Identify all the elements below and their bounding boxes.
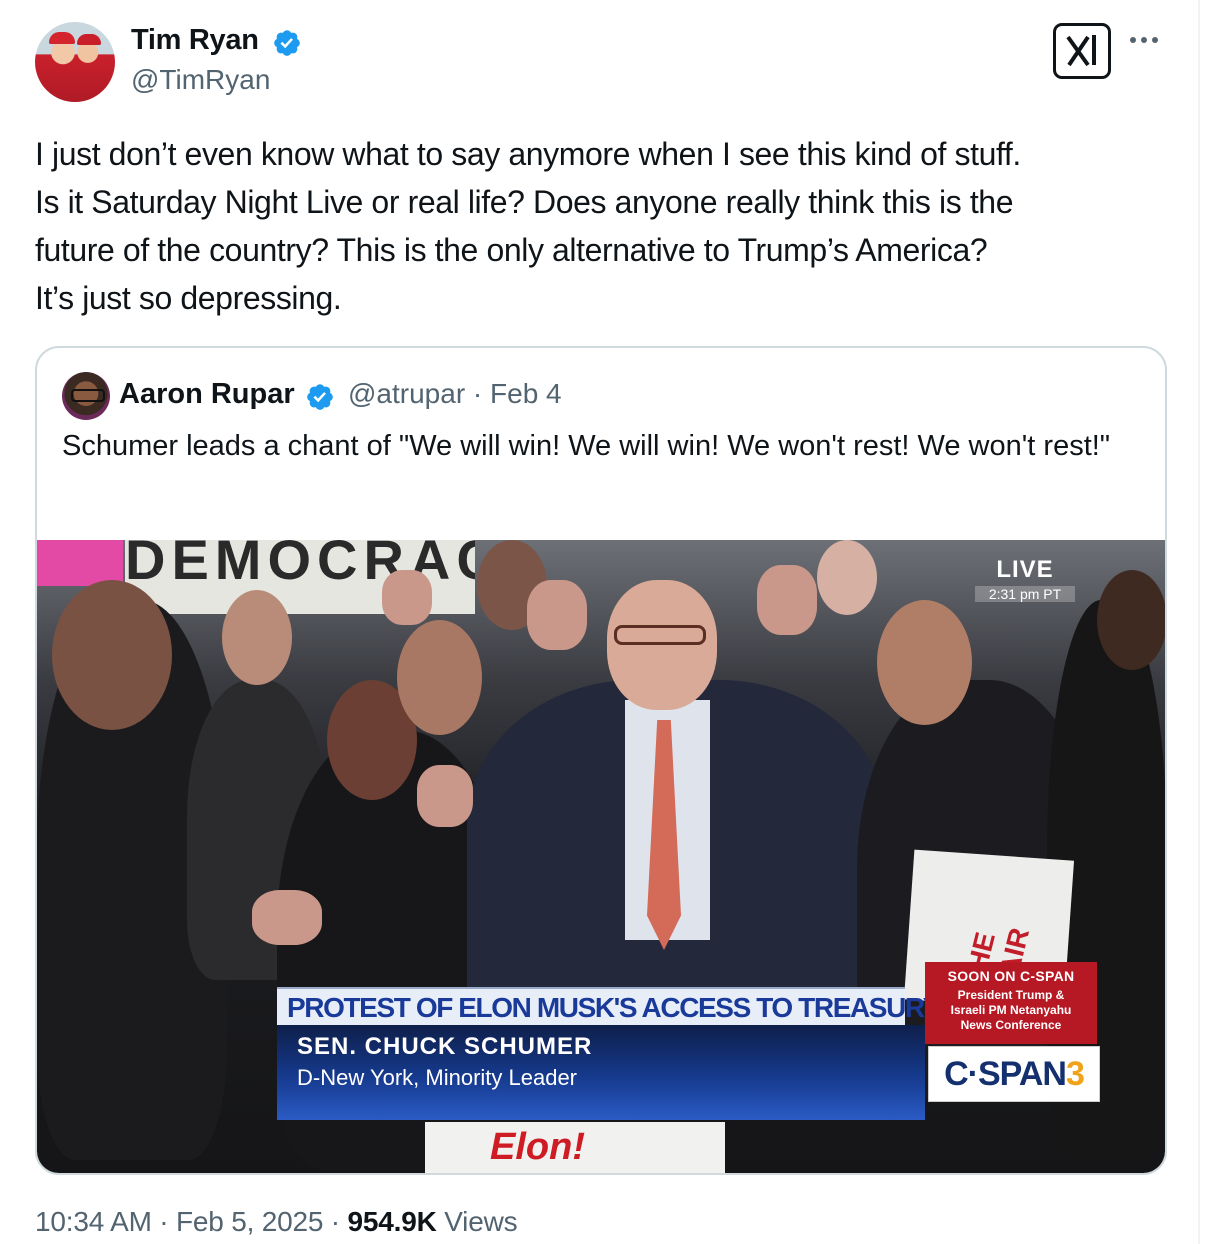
chyron-lower-third: SEN. CHUCK SCHUMER D-New York, Minority … <box>277 1025 925 1120</box>
cspan-logo: C·SPAN3 <box>928 1046 1100 1102</box>
chyron-name: SEN. CHUCK SCHUMER <box>297 1033 593 1060</box>
quoted-text: Schumer leads a chant of "We will win! W… <box>62 430 1111 462</box>
soon-on-cspan-box: SOON ON C-SPAN President Trump & Israeli… <box>925 962 1097 1044</box>
tweet-footer: 10:34 AM · Feb 5, 2025 · 954.9K Views <box>35 1206 518 1238</box>
timestamp[interactable]: 10:34 AM · Feb 5, 2025 · <box>35 1206 348 1237</box>
raised-fist <box>757 565 817 635</box>
tweet-text: I just don’t even know what to say anymo… <box>35 130 1175 322</box>
soon-body-line: Israeli PM Netanyahu <box>950 1003 1072 1017</box>
live-badge: LIVE 2:31 pm PT <box>975 556 1075 602</box>
elon-sign: Elon! <box>425 1122 725 1173</box>
views-label: Views <box>436 1206 518 1237</box>
grok-icon[interactable] <box>1053 23 1111 79</box>
verified-badge-icon <box>307 384 333 410</box>
quoted-tweet[interactable]: Aaron Rupar @atrupar · Feb 4 Schumer lea… <box>35 346 1167 1175</box>
more-icon[interactable] <box>1130 30 1164 50</box>
soon-body-line: News Conference <box>960 1018 1062 1032</box>
raised-fist <box>527 580 587 650</box>
raised-fist <box>382 570 432 625</box>
crowd-person <box>607 580 717 710</box>
author-name[interactable]: Tim Ryan <box>131 24 259 57</box>
live-label: LIVE <box>996 556 1054 583</box>
cspan-logo-number: 3 <box>1065 1055 1085 1093</box>
tweet-text-line: I just don’t even know what to say anymo… <box>35 136 1021 172</box>
views-count[interactable]: 954.9K <box>348 1206 437 1237</box>
quoted-author-avatar[interactable] <box>62 372 110 420</box>
chyron-title: D-New York, Minority Leader <box>297 1065 578 1090</box>
cspan-logo-text: C·SPAN <box>944 1055 1067 1093</box>
soon-body-line: President Trump & <box>957 988 1065 1002</box>
crowd-person <box>614 625 706 645</box>
crowd-person <box>877 600 972 725</box>
tweet-card: Tim Ryan @TimRyan I just don’t even know… <box>0 0 1200 1244</box>
quoted-meta[interactable]: @atrupar · Feb 4 <box>348 378 562 410</box>
tweet-text-line: It’s just so depressing. <box>35 280 342 316</box>
elon-sign-text: Elon! <box>490 1126 585 1168</box>
tweet-text-line: future of the country? This is the only … <box>35 232 988 268</box>
author-handle[interactable]: @TimRyan <box>131 64 270 96</box>
video-player[interactable]: DEMOCRACY THE HAIR <box>37 540 1165 1173</box>
crowd-person <box>817 540 877 615</box>
quoted-author-name[interactable]: Aaron Rupar <box>119 378 295 411</box>
chyron-headline: PROTEST OF ELON MUSK'S ACCESS TO TREASUR… <box>277 987 1020 1025</box>
live-time: 2:31 pm PT <box>975 586 1075 602</box>
soon-heading: SOON ON C-SPAN <box>947 968 1075 984</box>
verified-badge-icon <box>274 30 300 56</box>
tweet-text-line: Is it Saturday Night Live or real life? … <box>35 184 1014 220</box>
raised-fist <box>252 890 322 945</box>
crowd-person <box>397 620 482 735</box>
crowd-person <box>1097 570 1165 670</box>
author-avatar[interactable] <box>35 22 115 102</box>
crowd-person <box>52 580 172 730</box>
crowd-person <box>222 590 292 685</box>
raised-fist <box>417 765 473 827</box>
